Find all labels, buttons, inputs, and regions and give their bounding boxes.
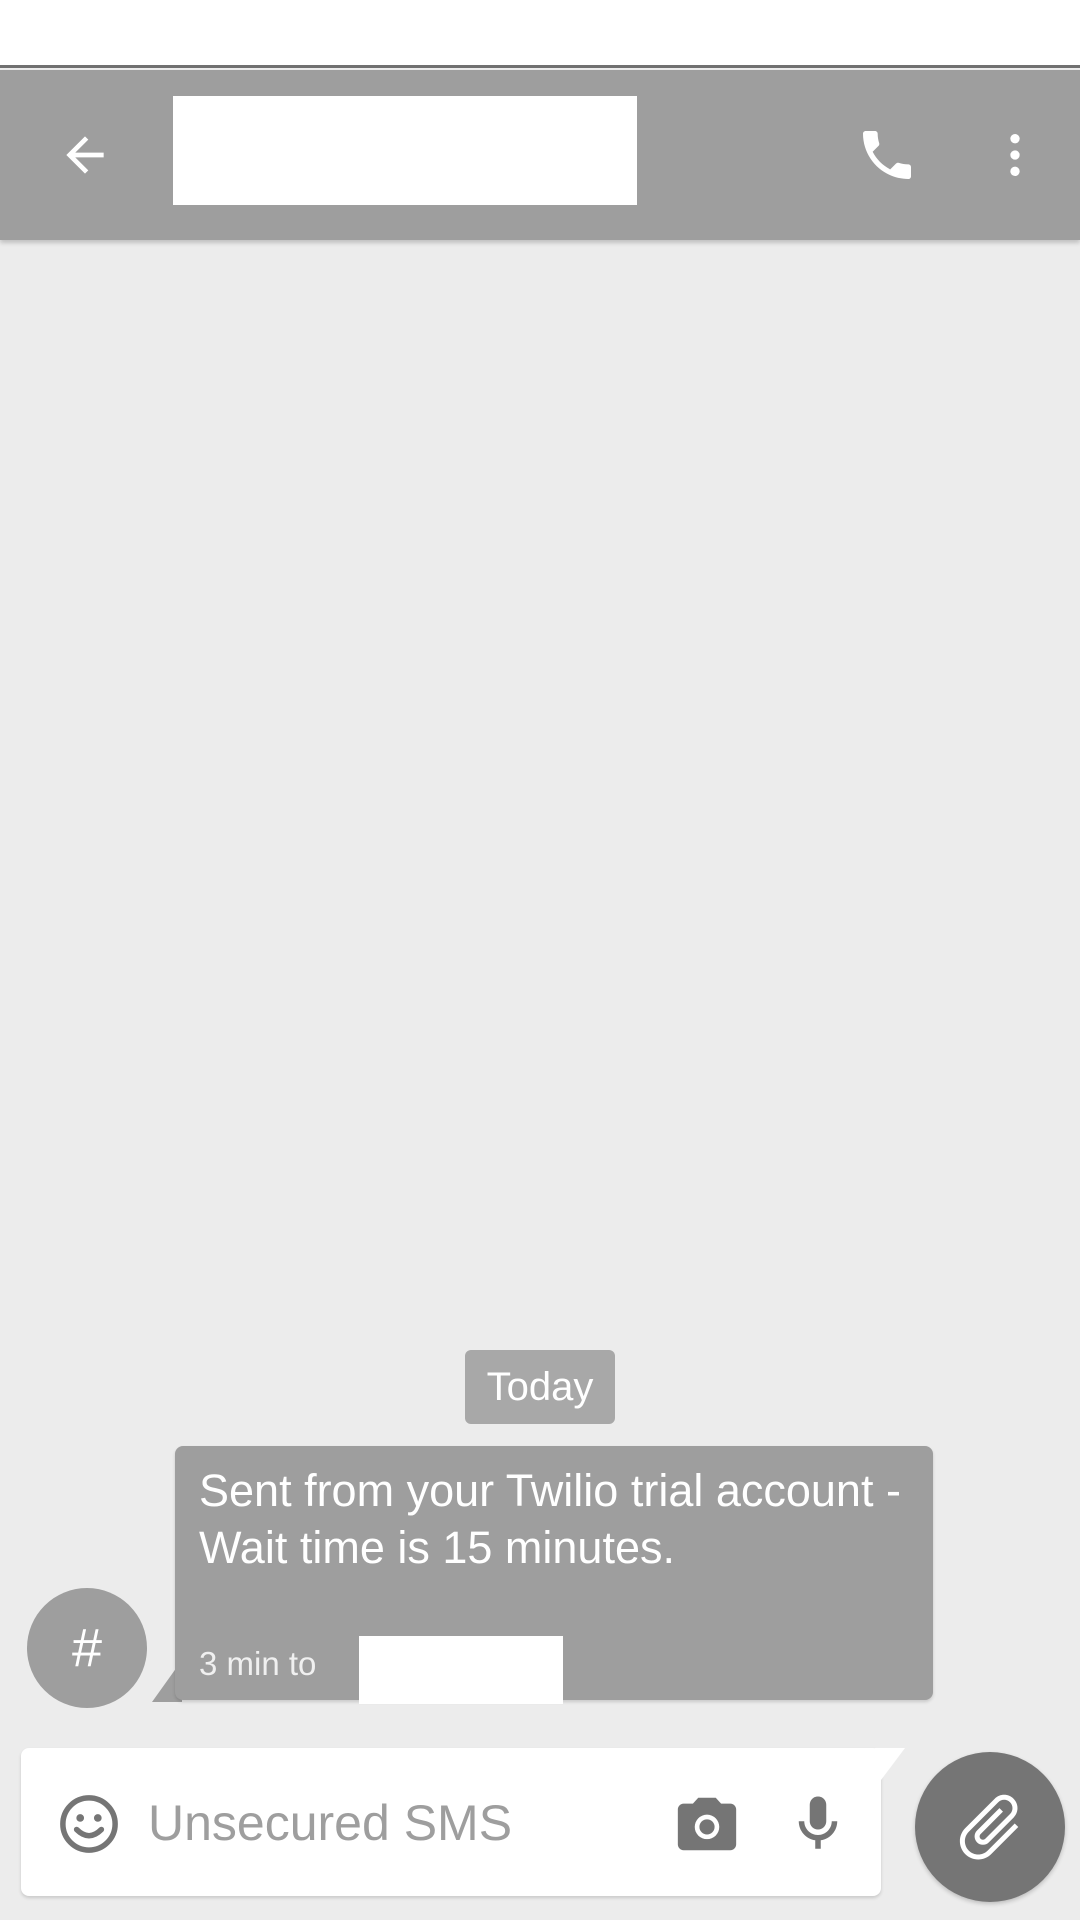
date-divider: Today: [465, 1350, 615, 1424]
toolbar: [0, 70, 1080, 240]
mic-icon: [798, 1796, 838, 1849]
mic-button[interactable]: [783, 1788, 853, 1860]
more-options-button[interactable]: [985, 120, 1045, 190]
arrow-back-icon: [66, 136, 104, 174]
emoji-button[interactable]: [55, 1790, 123, 1858]
camera-button[interactable]: [671, 1788, 743, 1860]
paperclip-icon: [959, 1794, 1019, 1860]
camera-icon: [677, 1797, 737, 1851]
more-vert-icon: [1010, 134, 1020, 176]
phone-icon: [863, 131, 911, 179]
compose-box: [21, 1748, 881, 1896]
message-bubble[interactable]: Sent from your Twilio trial account - Wa…: [175, 1446, 933, 1704]
status-bar: [0, 0, 1080, 68]
back-button[interactable]: [50, 120, 120, 190]
avatar[interactable]: #: [27, 1588, 147, 1708]
compose-tail: [875, 1748, 905, 1788]
sms-input[interactable]: [146, 1774, 670, 1872]
contact-name-redacted[interactable]: [173, 96, 637, 205]
message-meta: 3 min to: [199, 1636, 563, 1704]
call-button[interactable]: [852, 120, 922, 190]
attach-button[interactable]: [915, 1752, 1065, 1902]
recipient-redacted: [359, 1636, 563, 1704]
emoji-icon: [60, 1795, 118, 1853]
message-text: Sent from your Twilio trial account - Wa…: [199, 1465, 901, 1573]
message-timestamp: 3 min to: [199, 1645, 317, 1682]
